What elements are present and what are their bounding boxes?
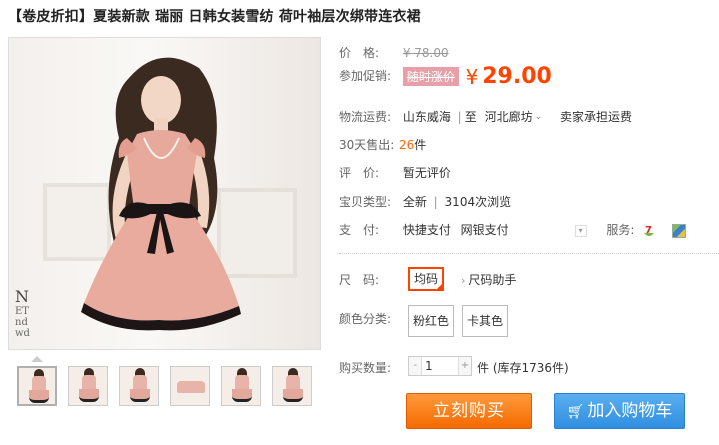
quantity-increase-button[interactable]: +: [458, 357, 471, 375]
selected-check-icon: [435, 282, 444, 291]
thumbnail-2[interactable]: [68, 366, 108, 406]
reviews-label: 评 价:: [339, 166, 380, 180]
view-count: 3104次浏览: [444, 195, 512, 209]
item-type-row: 宝贝类型: 全新 | 3104次浏览: [339, 193, 511, 210]
chevron-down-icon[interactable]: ⌄: [535, 112, 543, 122]
item-separator: |: [433, 195, 438, 209]
image-corner-text: N ET nd wd: [15, 287, 30, 340]
payment-row: 支 付: 快捷支付 网银支付 ▾ 服务: 7: [339, 221, 687, 238]
shipping-fee: 卖家承担运费: [559, 110, 632, 124]
ship-to-prefix: 至: [464, 110, 477, 124]
color-label: 颜色分类:: [339, 312, 392, 326]
size-row: 尺 码:: [339, 271, 399, 288]
size-option-selected[interactable]: 均码: [408, 267, 444, 291]
promo-tag: 随时涨价: [402, 67, 459, 86]
sales-unit: 件: [414, 138, 427, 152]
service-label: 服务:: [606, 223, 635, 237]
sales-label: 30天售出:: [339, 138, 395, 152]
thumbnail-6[interactable]: [272, 366, 312, 406]
sales-count: 26: [399, 138, 415, 152]
promo-label: 参加促销:: [339, 69, 392, 83]
quantity-label: 购买数量:: [339, 361, 392, 375]
cart-icon: 🛒︎: [566, 404, 585, 420]
color-row: 颜色分类:: [339, 310, 399, 327]
quantity-stepper[interactable]: - +: [408, 356, 472, 376]
color-option-khaki[interactable]: 卡其色: [462, 305, 508, 337]
reviews-value[interactable]: 暂无评价: [403, 166, 451, 180]
sales-row: 30天售出: 26件: [339, 136, 426, 153]
chevron-right-icon: ›: [461, 274, 466, 287]
original-price: ¥ 78.00: [402, 46, 449, 60]
buy-now-button[interactable]: 立刻购买: [406, 393, 532, 429]
item-condition: 全新: [402, 195, 427, 209]
quantity-input[interactable]: [422, 357, 462, 375]
payment-method: 网银支付: [460, 223, 509, 237]
currency-symbol: ¥: [465, 64, 479, 89]
payment-method: 快捷支付: [402, 223, 451, 237]
item-type-label: 宝贝类型:: [339, 195, 392, 209]
thumbnail-5[interactable]: [221, 366, 261, 406]
product-main-image[interactable]: N ET nd wd: [8, 37, 321, 350]
thumbnail-4[interactable]: [170, 366, 210, 406]
shipping-label: 物流运费:: [339, 110, 392, 124]
section-divider: [339, 253, 719, 254]
ship-from: 山东威海: [402, 110, 451, 124]
quantity-decrease-button[interactable]: -: [409, 357, 422, 375]
payment-label: 支 付:: [339, 223, 380, 237]
seven-day-return-icon[interactable]: 7: [642, 224, 656, 238]
promo-row: 参加促销: 随时涨价 ¥ 29.00: [339, 64, 552, 89]
payment-dropdown-icon[interactable]: ▾: [574, 224, 587, 237]
shipping-row: 物流运费: 山东威海 | 至 河北廊坊 ⌄ 卖家承担运费: [339, 108, 632, 125]
size-label: 尺 码:: [339, 273, 380, 287]
reviews-row: 评 价: 暂无评价: [339, 164, 451, 181]
price-row: 价 格: ¥ 78.00: [339, 44, 449, 61]
thumbnail-1[interactable]: [17, 366, 57, 406]
thumbnail-3[interactable]: [119, 366, 159, 406]
price-label: 价 格:: [339, 46, 380, 60]
stock-text: 件 (库存1736件): [477, 361, 569, 375]
consumer-protection-icon[interactable]: [672, 223, 687, 238]
ship-to-select[interactable]: 河北廊坊 ⌄: [485, 110, 543, 124]
color-option-pink[interactable]: 粉红色: [408, 305, 454, 337]
size-helper-link[interactable]: › 尺码助手: [461, 271, 516, 288]
quantity-row: 购买数量:: [339, 359, 399, 376]
thumbnail-pointer-icon: [31, 356, 43, 362]
model-illustration: [81, 57, 241, 331]
ship-separator: |: [457, 110, 462, 124]
promo-price: 29.00: [482, 64, 552, 89]
product-title: 【卷皮折扣】夏装新款 瑞丽 日韩女装雪纺 荷叶袖层次绑带连衣裙: [8, 9, 421, 25]
add-to-cart-button[interactable]: 🛒︎ 加入购物车: [554, 393, 685, 429]
